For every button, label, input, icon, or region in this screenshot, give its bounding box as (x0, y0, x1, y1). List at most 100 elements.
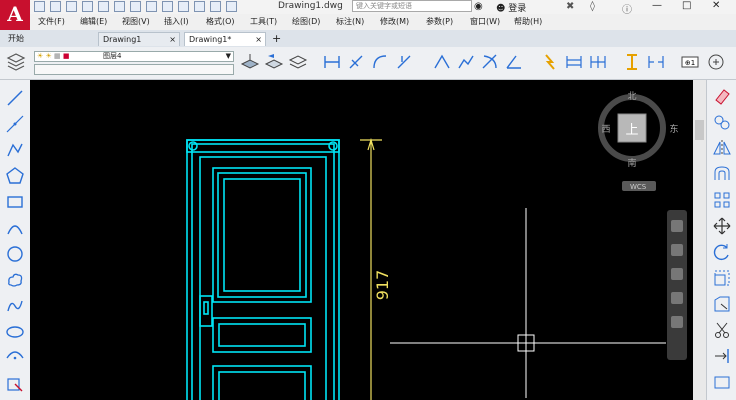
customize-icon[interactable] (226, 1, 237, 12)
polyline-icon[interactable] (5, 140, 25, 160)
workspace-icon[interactable] (178, 1, 189, 12)
layer-properties-icon[interactable] (6, 52, 26, 72)
compass-west[interactable]: 西 (601, 124, 610, 135)
dim-baseline-icon[interactable] (564, 52, 584, 72)
search-input[interactable]: 键入关键字或短语 (352, 0, 472, 12)
login-button[interactable]: ☻ 登录 (496, 1, 526, 14)
layer-states-icon[interactable] (288, 52, 308, 72)
dim-radius-icon[interactable] (432, 52, 452, 72)
menu-draw[interactable]: 绘图(D) (292, 16, 320, 27)
layer-dropdown[interactable]: ☀ ☀ ▦ ■ 图层4 ▼ (34, 51, 234, 62)
extend-icon[interactable] (712, 346, 732, 366)
dim-ordinate-icon[interactable] (394, 52, 414, 72)
open-icon[interactable] (50, 1, 61, 12)
dim-break-icon[interactable] (646, 52, 666, 72)
tolerance-icon[interactable]: ⊕1 (680, 52, 700, 72)
close-icon[interactable]: ✕ (712, 0, 720, 11)
app-logo[interactable]: A (0, 0, 30, 30)
publish-icon[interactable] (98, 1, 109, 12)
color-swatch-icon[interactable]: ■ (63, 52, 70, 60)
construction-line-icon[interactable] (5, 114, 25, 134)
zoom-icon[interactable] (671, 268, 683, 280)
rectangle-icon[interactable] (5, 192, 25, 212)
array-icon[interactable] (712, 190, 732, 210)
lightbulb-icon[interactable]: ☀ (37, 52, 43, 60)
pan-icon[interactable] (671, 244, 683, 256)
layer-previous-icon[interactable] (264, 52, 284, 72)
sun-icon[interactable]: ☀ (46, 52, 52, 60)
circle-icon[interactable] (5, 244, 25, 264)
line-icon[interactable] (5, 88, 25, 108)
menu-modify[interactable]: 修改(M) (380, 16, 409, 27)
center-mark-icon[interactable] (706, 52, 726, 72)
new-tab-button[interactable]: + (272, 32, 281, 45)
new-icon[interactable] (34, 1, 45, 12)
make-current-icon[interactable] (240, 52, 260, 72)
move-icon[interactable] (712, 216, 732, 236)
dim-continue-icon[interactable] (588, 52, 608, 72)
quick-dim-icon[interactable] (540, 52, 560, 72)
menu-dimension[interactable]: 标注(N) (336, 16, 364, 27)
minimize-icon[interactable]: — (652, 0, 662, 11)
menu-file[interactable]: 文件(F) (38, 16, 65, 27)
dim-diameter-icon[interactable] (480, 52, 500, 72)
plot-icon[interactable] (162, 1, 173, 12)
tab-start[interactable]: 开始 (4, 32, 94, 46)
orbit-icon[interactable] (671, 292, 683, 304)
online-icon[interactable]: ◊ (590, 1, 595, 12)
menu-help[interactable]: 帮助(H) (514, 16, 542, 27)
tab-drawing1[interactable]: Drawing1 × (98, 32, 180, 46)
menu-window[interactable]: 窗口(W) (470, 16, 500, 27)
trim-icon[interactable] (712, 320, 732, 340)
revision-cloud-icon[interactable] (5, 270, 25, 290)
close-icon[interactable]: × (169, 33, 176, 47)
copy-icon[interactable] (712, 112, 732, 132)
menu-tools[interactable]: 工具(T) (250, 16, 277, 27)
save-icon[interactable] (66, 1, 77, 12)
layer-state-dropdown[interactable] (34, 64, 234, 75)
steering-wheel-icon[interactable] (671, 220, 683, 232)
menu-view[interactable]: 视图(V) (122, 16, 150, 27)
ellipse-arc-icon[interactable] (5, 348, 25, 368)
dim-aligned-icon[interactable] (346, 52, 366, 72)
compass-north[interactable]: 北 (627, 91, 636, 102)
close-icon[interactable]: × (255, 33, 262, 47)
viewcube[interactable]: 上 北 南 东 西 WCS (598, 91, 679, 191)
insert-block-icon[interactable] (5, 374, 25, 394)
compass-south[interactable]: 南 (627, 157, 636, 169)
erase-icon[interactable] (712, 86, 732, 106)
more-icon[interactable] (210, 1, 221, 12)
save-as-icon[interactable] (82, 1, 93, 12)
stretch-icon[interactable] (712, 294, 732, 314)
dim-jogged-icon[interactable] (456, 52, 476, 72)
menu-format[interactable]: 格式(O) (206, 16, 235, 27)
polygon-icon[interactable] (5, 166, 25, 186)
exchange-icon[interactable]: ✖ (566, 1, 574, 12)
ellipse-icon[interactable] (5, 322, 25, 342)
mirror-icon[interactable] (712, 138, 732, 158)
lock-icon[interactable]: ▦ (54, 52, 61, 60)
dim-arc-icon[interactable] (370, 52, 390, 72)
chevron-down-icon[interactable]: ▼ (226, 52, 231, 61)
rotate-icon[interactable] (712, 242, 732, 262)
arc-icon[interactable] (5, 218, 25, 238)
vertical-scrollbar[interactable] (693, 80, 706, 400)
menu-parametric[interactable]: 参数(P) (426, 16, 453, 27)
binoculars-icon[interactable]: ◉ (474, 1, 483, 12)
dim-linear-icon[interactable] (322, 52, 342, 72)
drawing-canvas[interactable]: 917 上 北 南 东 西 WCS (30, 80, 706, 400)
showmotion-icon[interactable] (671, 316, 683, 328)
offset-icon[interactable] (712, 164, 732, 184)
dim-space-icon[interactable] (622, 52, 642, 72)
dim-angular-icon[interactable] (504, 52, 524, 72)
scrollbar-thumb[interactable] (695, 120, 704, 140)
share-icon[interactable] (194, 1, 205, 12)
scale-icon[interactable] (712, 268, 732, 288)
undo-icon[interactable] (130, 1, 141, 12)
print-icon[interactable] (114, 1, 125, 12)
maximize-icon[interactable]: □ (682, 0, 691, 11)
spline-icon[interactable] (5, 296, 25, 316)
compass-east[interactable]: 东 (669, 123, 678, 135)
redo-icon[interactable] (146, 1, 157, 12)
tab-drawing1-active[interactable]: Drawing1* × (184, 32, 266, 46)
